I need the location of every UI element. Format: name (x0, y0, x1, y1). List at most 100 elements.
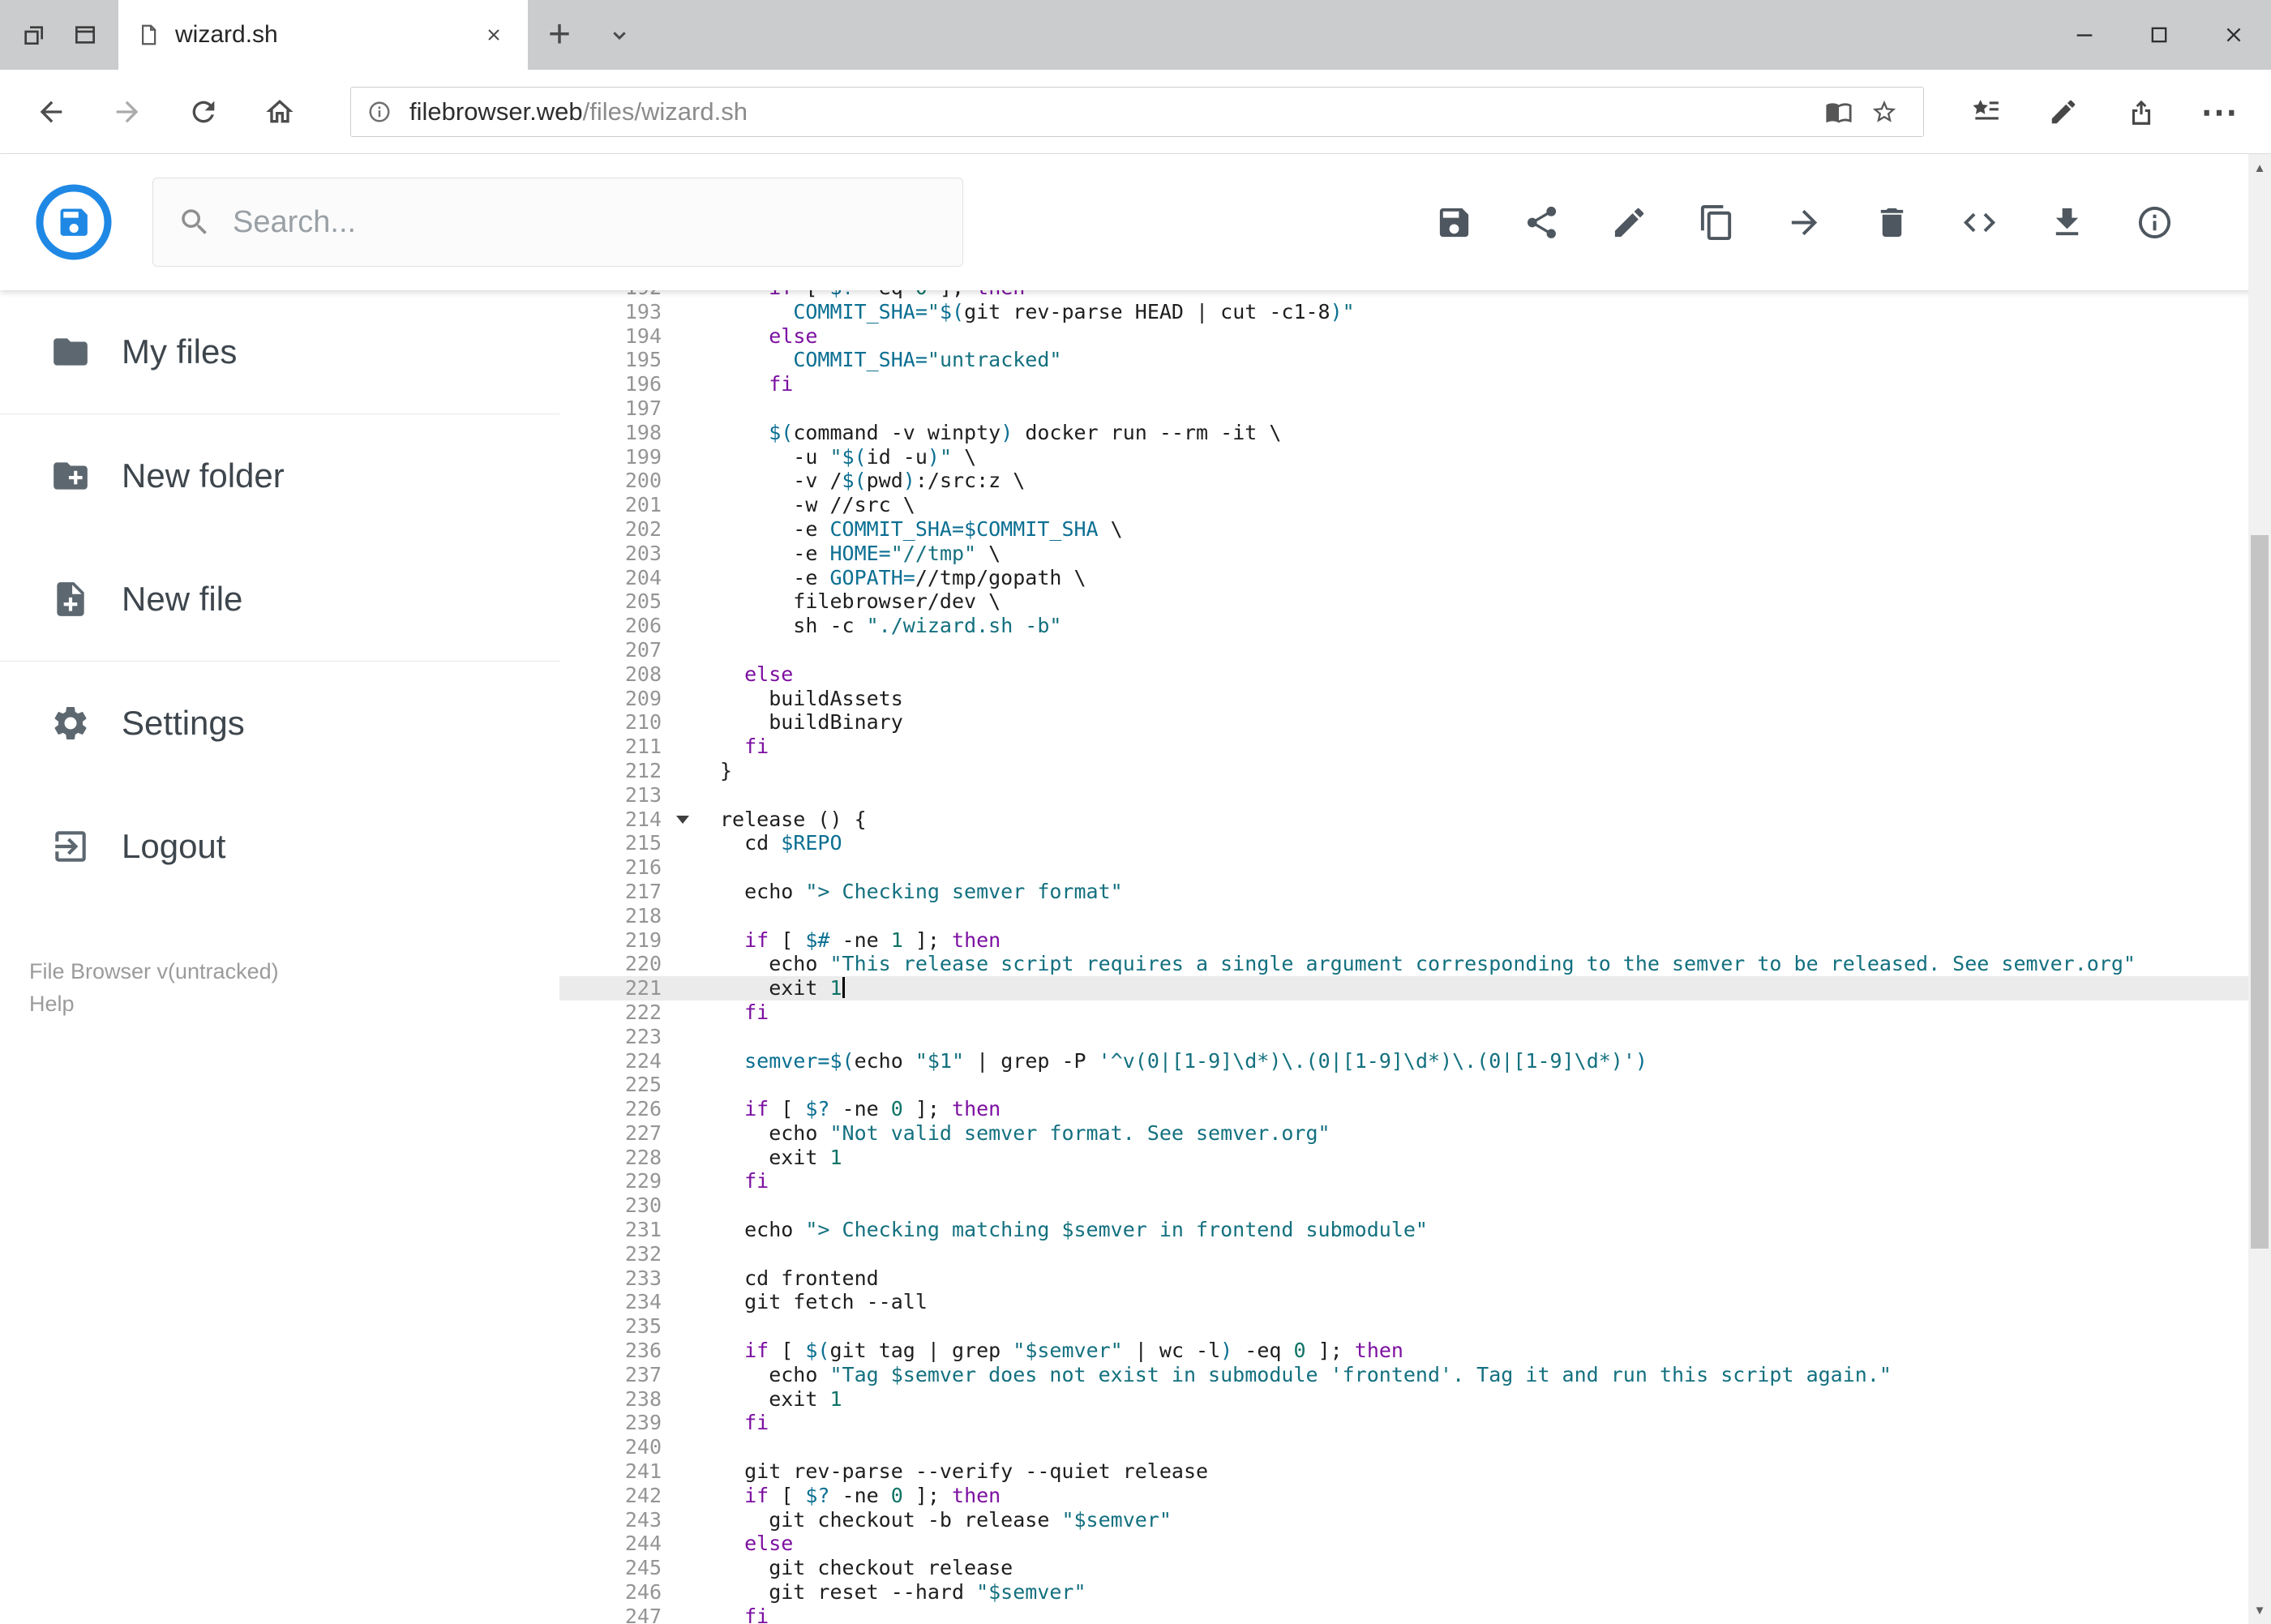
share-page-button[interactable] (2102, 78, 2180, 146)
browser-menu-button[interactable]: ⋯ (2180, 78, 2258, 146)
code-line[interactable]: 247 fi (559, 1605, 2248, 1624)
code-line[interactable]: 244 else (559, 1532, 2248, 1556)
sidebar-item-new-folder[interactable]: New folder (0, 414, 559, 538)
code-line[interactable]: 221 exit 1 (559, 976, 2248, 1001)
code-editor[interactable]: 192 if [ $? -eq 0 ]; then193 COMMIT_SHA=… (559, 290, 2248, 1624)
code-line[interactable]: 233 cd frontend (559, 1266, 2248, 1291)
site-info-icon[interactable] (367, 100, 392, 124)
download-button[interactable] (2048, 204, 2086, 242)
code-line[interactable]: 216 (559, 855, 2248, 880)
page-scrollbar[interactable]: ▲ ▼ (2248, 154, 2271, 1624)
help-link[interactable]: Help (29, 988, 279, 1020)
save-button[interactable] (1435, 204, 1473, 242)
code-line[interactable]: 195 COMMIT_SHA="untracked" (559, 348, 2248, 372)
code-line[interactable]: 225 (559, 1073, 2248, 1097)
info-button[interactable] (2136, 204, 2174, 242)
sidebar-item-settings[interactable]: Settings (0, 662, 559, 785)
code-line[interactable]: 218 (559, 904, 2248, 928)
code-line[interactable]: 212} (559, 759, 2248, 783)
code-line[interactable]: 224 semver=$(echo "$1" | grep -P '^v(0|[… (559, 1049, 2248, 1073)
sidebar-item-my-files[interactable]: My files (0, 290, 559, 413)
code-line[interactable]: 199 -u "$(id -u)" \ (559, 445, 2248, 469)
code-line[interactable]: 231 echo "> Checking matching $semver in… (559, 1218, 2248, 1242)
new-tab-button[interactable]: + (528, 0, 591, 70)
refresh-button[interactable] (165, 78, 242, 146)
code-line[interactable]: 220 echo "This release script requires a… (559, 952, 2248, 976)
code-line[interactable]: 228 exit 1 (559, 1146, 2248, 1170)
raw-code-button[interactable] (1960, 204, 1999, 242)
home-button[interactable] (242, 78, 318, 146)
code-line[interactable]: 222 fi (559, 1001, 2248, 1025)
code-line[interactable]: 215 cd $REPO (559, 831, 2248, 855)
code-line[interactable]: 194 else (559, 324, 2248, 349)
close-window-button[interactable] (2196, 0, 2271, 70)
code-line[interactable]: 217 echo "> Checking semver format" (559, 880, 2248, 904)
code-line[interactable]: 246 git reset --hard "$semver" (559, 1580, 2248, 1605)
code-line[interactable]: 213 (559, 783, 2248, 808)
minimize-button[interactable] (2047, 0, 2122, 70)
search-input[interactable] (233, 204, 938, 240)
search-box[interactable] (152, 178, 963, 267)
back-button[interactable] (13, 78, 89, 146)
code-line[interactable]: 202 -e COMMIT_SHA=$COMMIT_SHA \ (559, 517, 2248, 542)
tabs-set-aside-list-button[interactable] (63, 10, 107, 60)
sidebar-item-logout[interactable]: Logout (0, 785, 559, 908)
code-line[interactable]: 198 $(command -v winpty) docker run --rm… (559, 421, 2248, 445)
share-button[interactable] (1523, 204, 1561, 242)
web-notes-button[interactable] (2025, 78, 2102, 146)
code-line[interactable]: 214 release () { (559, 808, 2248, 832)
scroll-down-arrow[interactable]: ▼ (2248, 1598, 2271, 1622)
code-line[interactable]: 193 COMMIT_SHA="$(git rev-parse HEAD | c… (559, 300, 2248, 324)
code-line[interactable]: 227 echo "Not valid semver format. See s… (559, 1121, 2248, 1146)
code-line[interactable]: 240 (559, 1435, 2248, 1459)
tab-close-button[interactable] (478, 19, 510, 51)
code-line[interactable]: 219 if [ $# -ne 1 ]; then (559, 928, 2248, 953)
scroll-up-arrow[interactable]: ▲ (2248, 156, 2271, 180)
code-line[interactable]: 223 (559, 1025, 2248, 1049)
code-line[interactable]: 192 if [ $? -eq 0 ]; then (559, 290, 2248, 300)
code-line[interactable]: 211 fi (559, 735, 2248, 759)
code-line[interactable]: 208 else (559, 662, 2248, 687)
move-button[interactable] (1785, 204, 1823, 242)
code-line[interactable]: 200 -v /$(pwd):/src:z \ (559, 469, 2248, 493)
code-line[interactable]: 235 (559, 1314, 2248, 1339)
browser-tab[interactable]: wizard.sh (118, 0, 528, 70)
code-line[interactable]: 201 -w //src \ (559, 493, 2248, 517)
code-line[interactable]: 205 filebrowser/dev \ (559, 589, 2248, 614)
code-line[interactable]: 236 if [ $(git tag | grep "$semver" | wc… (559, 1339, 2248, 1363)
favorites-hub-button[interactable] (1947, 78, 2025, 146)
tab-preview-button[interactable] (591, 0, 648, 70)
code-line[interactable]: 234 git fetch --all (559, 1290, 2248, 1314)
code-line[interactable]: 197 (559, 396, 2248, 421)
code-line[interactable]: 204 -e GOPATH=//tmp/gopath \ (559, 566, 2248, 590)
code-line[interactable]: 226 if [ $? -ne 0 ]; then (559, 1097, 2248, 1121)
code-line[interactable]: 206 sh -c "./wizard.sh -b" (559, 614, 2248, 638)
code-line[interactable]: 196 fi (559, 372, 2248, 396)
code-line[interactable]: 243 git checkout -b release "$semver" (559, 1508, 2248, 1532)
code-line[interactable]: 238 exit 1 (559, 1387, 2248, 1412)
address-bar[interactable]: filebrowser.web/files/wizard.sh (350, 86, 1924, 137)
code-line[interactable]: 239 fi (559, 1411, 2248, 1435)
code-line[interactable]: 232 (559, 1242, 2248, 1266)
code-line[interactable]: 241 git rev-parse --verify --quiet relea… (559, 1459, 2248, 1484)
sidebar-item-new-file[interactable]: New file (0, 538, 559, 661)
add-favorite-button[interactable] (1862, 89, 1907, 135)
set-tabs-aside-button[interactable] (11, 10, 55, 60)
copy-button[interactable] (1698, 204, 1736, 242)
maximize-button[interactable] (2122, 0, 2196, 70)
code-line[interactable]: 229 fi (559, 1169, 2248, 1193)
forward-button[interactable] (89, 78, 165, 146)
rename-button[interactable] (1610, 204, 1648, 242)
fold-arrow-icon[interactable] (676, 815, 689, 824)
code-line[interactable]: 210 buildBinary (559, 710, 2248, 735)
code-line[interactable]: 209 buildAssets (559, 687, 2248, 711)
reading-view-button[interactable] (1816, 89, 1862, 135)
scrollbar-thumb[interactable] (2251, 535, 2269, 1249)
code-line[interactable]: 242 if [ $? -ne 0 ]; then (559, 1484, 2248, 1508)
code-line[interactable]: 230 (559, 1193, 2248, 1218)
code-line[interactable]: 207 (559, 638, 2248, 662)
code-line[interactable]: 245 git checkout release (559, 1556, 2248, 1580)
code-line[interactable]: 203 -e HOME="//tmp" \ (559, 542, 2248, 566)
code-line[interactable]: 237 echo "Tag $semver does not exist in … (559, 1363, 2248, 1387)
delete-button[interactable] (1873, 204, 1911, 242)
